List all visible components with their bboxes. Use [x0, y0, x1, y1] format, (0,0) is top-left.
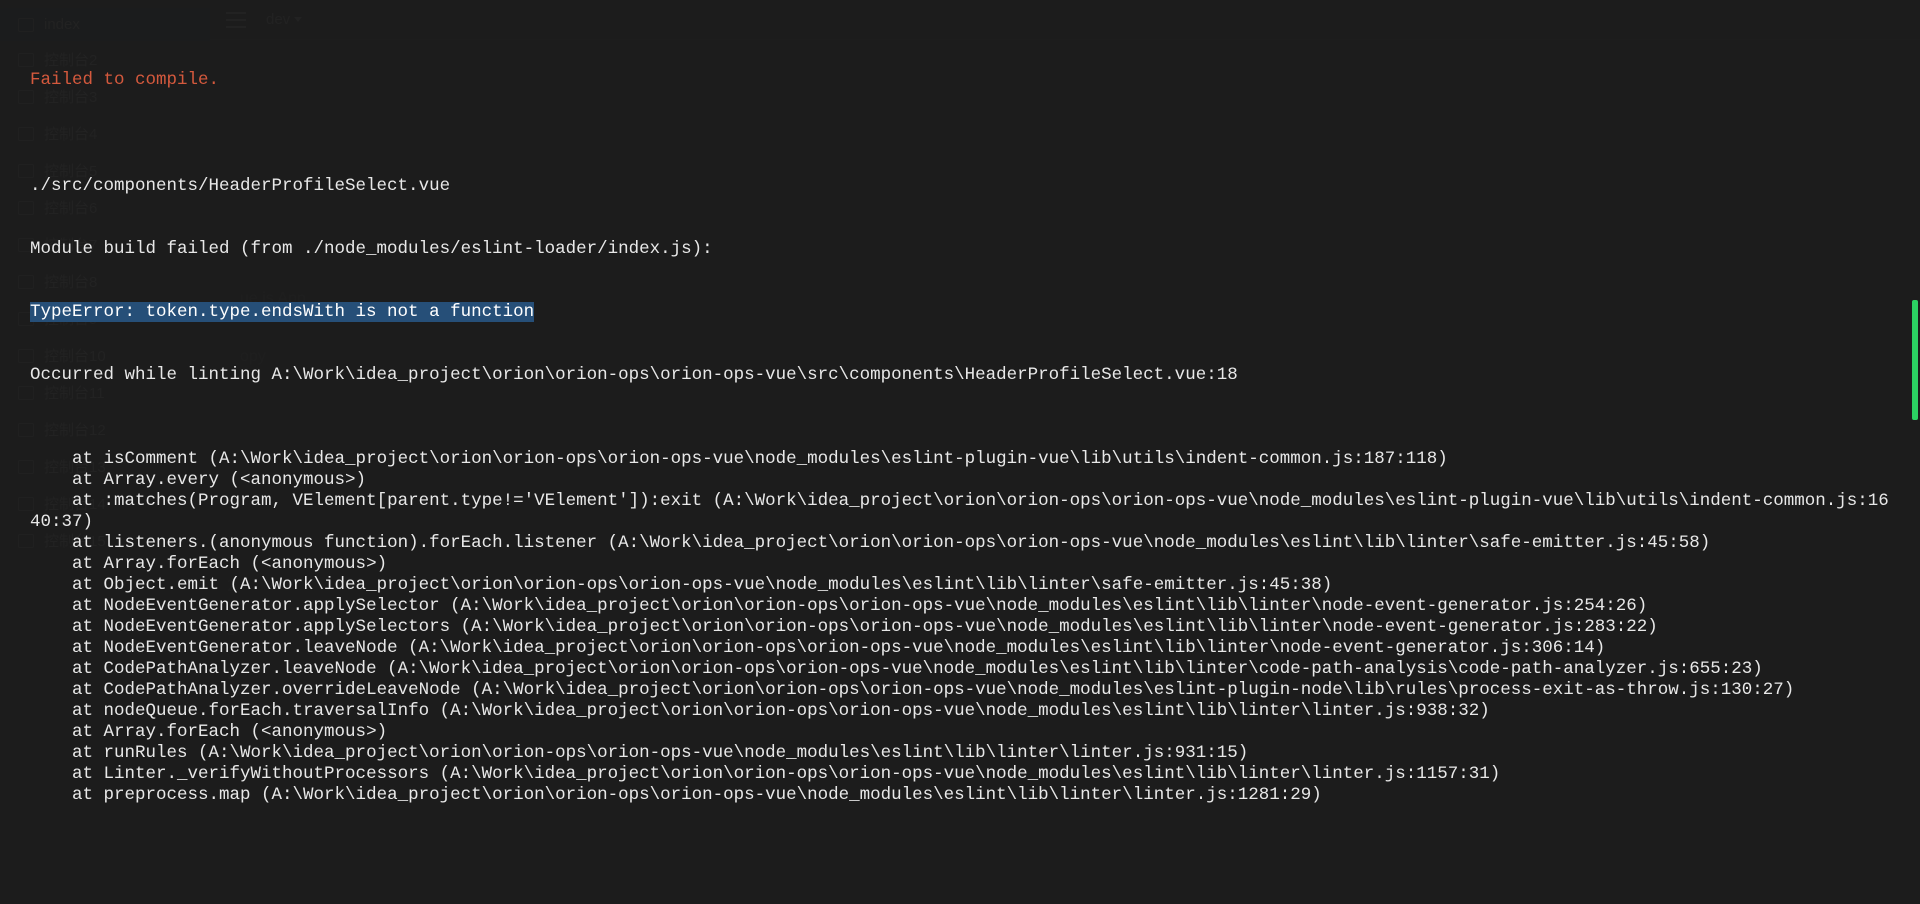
stack-line: at preprocess.map (A:\Work\idea_project\… [30, 785, 1890, 806]
stack-line: at :matches(Program, VElement[parent.typ… [30, 491, 1890, 533]
stack-line: at runRules (A:\Work\idea_project\orion\… [30, 743, 1890, 764]
stack-line: at NodeEventGenerator.leaveNode (A:\Work… [30, 638, 1890, 659]
stack-line: at NodeEventGenerator.applySelectors (A:… [30, 617, 1890, 638]
stack-line: at CodePathAnalyzer.overrideLeaveNode (A… [30, 680, 1890, 701]
stack-line: at Array.forEach (<anonymous>) [30, 722, 1890, 743]
stack-line: at Linter._verifyWithoutProcessors (A:\W… [30, 764, 1890, 785]
error-occurred-line: Occurred while linting A:\Work\idea_proj… [30, 365, 1890, 386]
stack-line: at CodePathAnalyzer.leaveNode (A:\Work\i… [30, 659, 1890, 680]
error-type-line: TypeError: token.type.endsWith is not a … [30, 302, 1890, 323]
stack-line: at listeners.(anonymous function).forEac… [30, 533, 1890, 554]
stack-line: at isComment (A:\Work\idea_project\orion… [30, 449, 1890, 470]
compile-error-overlay: Failed to compile. ./src/components/Head… [0, 0, 1920, 904]
stack-line: at nodeQueue.forEach.traversalInfo (A:\W… [30, 701, 1890, 722]
stack-line: at Object.emit (A:\Work\idea_project\ori… [30, 575, 1890, 596]
error-module-line: Module build failed (from ./node_modules… [30, 239, 1890, 260]
stack-line: at Array.every (<anonymous>) [30, 470, 1890, 491]
scrollbar-indicator[interactable] [1912, 300, 1918, 420]
error-highlighted: TypeError: token.type.endsWith is not a … [30, 302, 534, 322]
stack-line: at Array.forEach (<anonymous>) [30, 554, 1890, 575]
error-header: Failed to compile. [30, 70, 1890, 91]
error-stack: at isComment (A:\Work\idea_project\orion… [30, 449, 1890, 806]
stack-line: at NodeEventGenerator.applySelector (A:\… [30, 596, 1890, 617]
error-file: ./src/components/HeaderProfileSelect.vue [30, 176, 1890, 197]
